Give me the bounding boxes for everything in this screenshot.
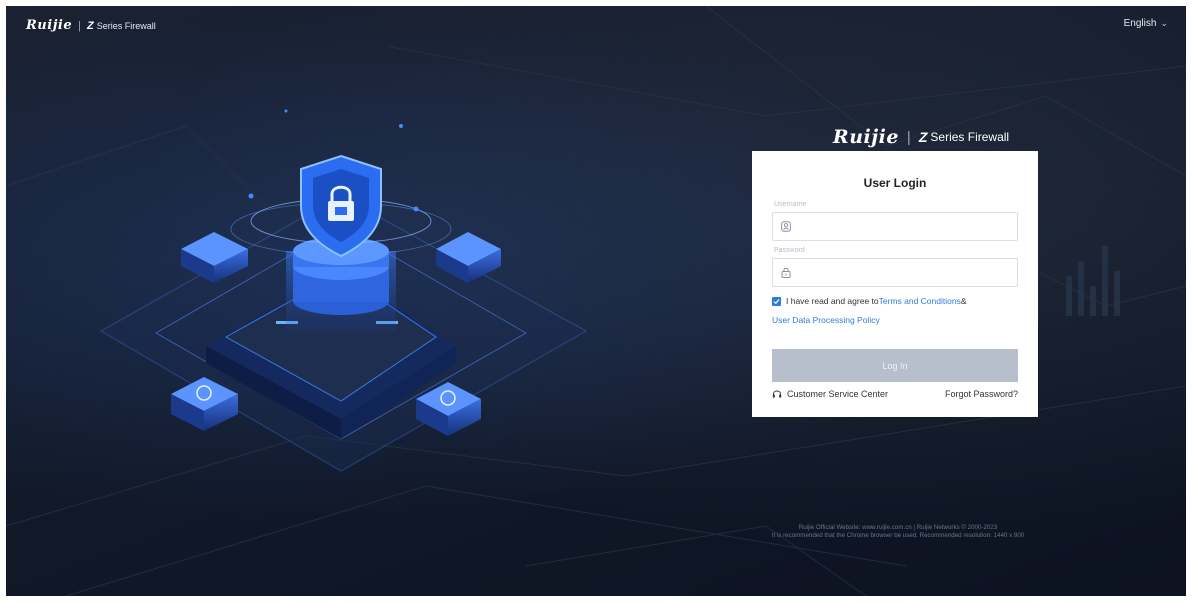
footer-line-1: Ruijie Official Website: www.ruijie.com.…: [798, 524, 998, 531]
username-label: Username: [774, 201, 807, 208]
terms-link[interactable]: Terms and Conditions: [879, 296, 961, 306]
agree-connector: &: [960, 296, 967, 306]
login-screen: Ruijie | Z Series Firewall English ⌄ Rui…: [6, 6, 1186, 596]
headset-icon: [772, 390, 782, 398]
username-field[interactable]: [772, 212, 1018, 241]
z-series-mark: Z: [86, 19, 94, 32]
login-title: User Login: [863, 176, 927, 190]
password-field[interactable]: [772, 258, 1018, 287]
lock-icon: [781, 267, 791, 278]
login-button[interactable]: Log In: [772, 349, 1018, 382]
password-label: Password: [774, 247, 805, 254]
ruijie-logo: Ruijie: [832, 126, 899, 148]
customer-service-link[interactable]: Customer Service Center: [772, 389, 888, 399]
forgot-password-link[interactable]: Forgot Password?: [945, 389, 1018, 399]
security-shield-illustration: [99, 109, 588, 472]
username-input[interactable]: [797, 213, 1017, 240]
header-brand: Ruijie | Z Series Firewall: [26, 18, 156, 33]
agree-row: I have read and agree to Terms and Condi…: [772, 296, 1018, 306]
agree-checkbox[interactable]: [772, 296, 781, 306]
footer-line-2: It is recommended that the Chrome browse…: [771, 532, 1025, 539]
login-card: User Login Username Password I have read…: [752, 151, 1038, 417]
chevron-down-icon: ⌄: [1160, 18, 1168, 28]
brand-separator: |: [906, 128, 911, 146]
language-label: English: [1123, 18, 1157, 29]
product-name: Series Firewall: [930, 130, 1010, 144]
user-icon: [781, 221, 791, 232]
customer-service-label: Customer Service Center: [787, 389, 889, 399]
z-series-mark: Z: [918, 129, 928, 145]
agree-text: I have read and agree to: [786, 296, 879, 306]
checkbox-checked-icon: [773, 298, 780, 304]
product-name: Series Firewall: [96, 20, 156, 31]
help-row: Customer Service Center Forgot Password?: [772, 389, 1018, 399]
ruijie-logo: Ruijie: [26, 18, 73, 33]
login-brand: Ruijie | Z Series Firewall: [806, 126, 1036, 148]
brand-separator: |: [78, 19, 81, 32]
language-selector[interactable]: English ⌄: [1124, 18, 1168, 29]
password-input[interactable]: [797, 259, 1017, 286]
policy-link[interactable]: User Data Processing Policy: [772, 315, 1018, 325]
footer: Ruijie Official Website: www.ruijie.com.…: [728, 524, 1068, 540]
